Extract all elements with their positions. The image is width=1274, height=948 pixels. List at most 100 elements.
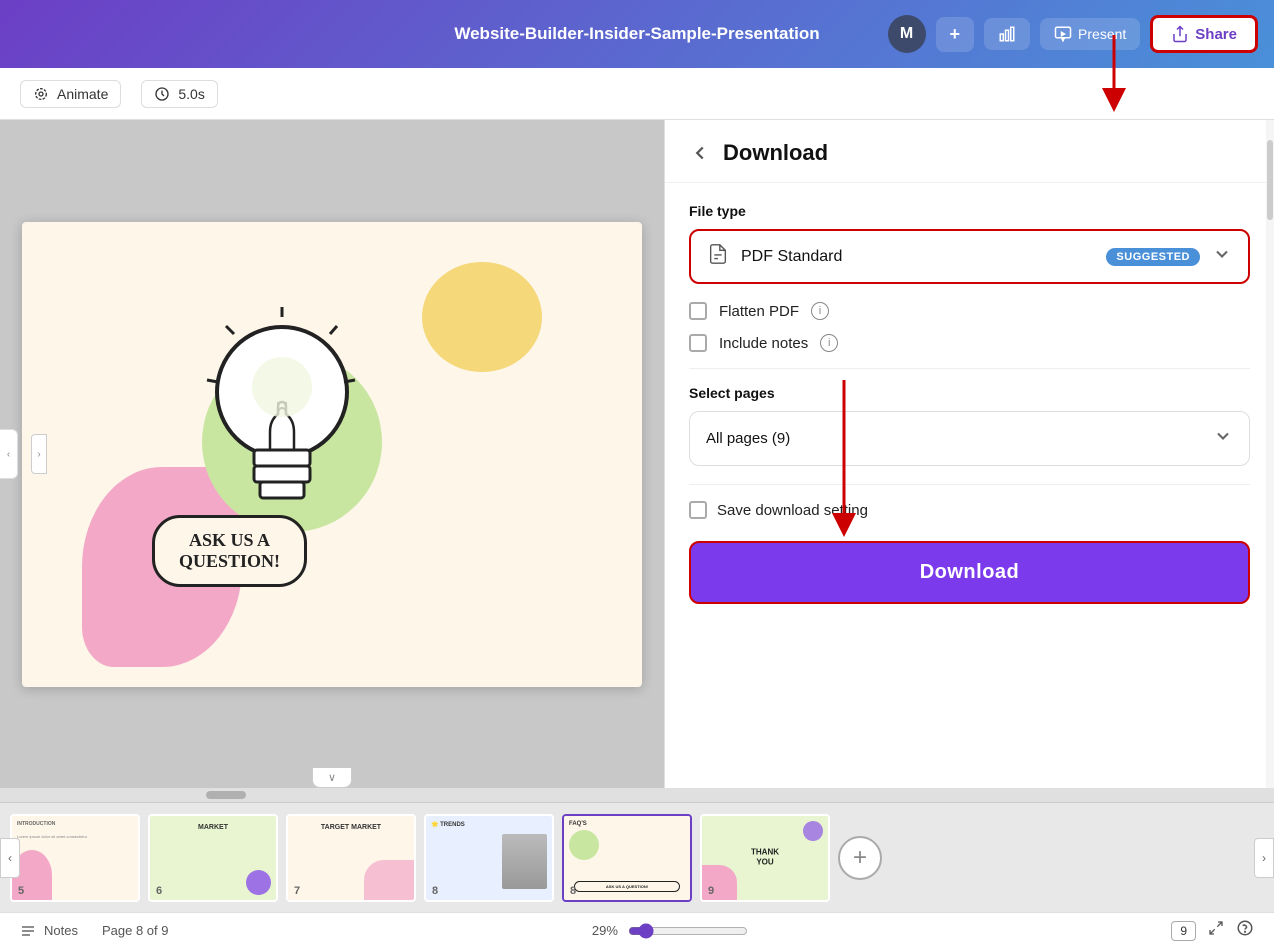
file-type-chevron-icon xyxy=(1212,244,1232,269)
analytics-button[interactable] xyxy=(984,18,1030,50)
flatten-pdf-row[interactable]: Flatten PDF i xyxy=(689,302,1250,320)
add-slide-button[interactable]: + xyxy=(838,836,882,880)
slide-9-preview: THANKYOU xyxy=(702,816,828,900)
plus-icon: + xyxy=(950,24,961,45)
share-label: Share xyxy=(1195,26,1237,43)
avatar-button[interactable]: M xyxy=(888,15,926,53)
present-icon xyxy=(1054,25,1072,43)
slide-7-number: 7 xyxy=(294,885,300,897)
present-button[interactable]: Present xyxy=(1040,18,1140,50)
back-arrow-icon xyxy=(689,142,711,164)
filmstrip-scroll-left[interactable]: ‹ xyxy=(0,838,20,878)
question-icon xyxy=(1236,919,1254,937)
yellow-shape xyxy=(422,262,542,372)
download-button[interactable]: Download xyxy=(689,541,1250,604)
slide-9-number: 9 xyxy=(708,885,714,897)
slide-7-preview: TARGET MARKET xyxy=(288,816,414,900)
include-notes-row[interactable]: Include notes i xyxy=(689,334,1250,352)
zoom-slider[interactable] xyxy=(628,923,748,939)
save-setting-label: Save download setting xyxy=(717,502,868,519)
canvas-scroll-right[interactable]: › xyxy=(31,434,47,474)
save-setting-checkbox[interactable] xyxy=(689,501,707,519)
toolbar: Animate 5.0s xyxy=(0,68,1274,120)
file-type-dropdown[interactable]: PDF Standard SUGGESTED xyxy=(689,229,1250,284)
presentation-title: Website-Builder-Insider-Sample-Presentat… xyxy=(454,24,819,44)
animate-button[interactable]: Animate xyxy=(20,80,121,108)
thumbnail-slide-8-faq[interactable]: FAQ'S ASK US A QUESTION! 8 xyxy=(562,814,692,902)
thumbnail-slide-8-trends[interactable]: 🌟 TRENDS 8 xyxy=(424,814,554,902)
add-button[interactable]: + xyxy=(936,17,975,52)
divider xyxy=(689,368,1250,369)
back-button[interactable] xyxy=(689,142,711,164)
flatten-pdf-checkbox[interactable] xyxy=(689,302,707,320)
help-button[interactable] xyxy=(1236,919,1254,942)
left-panel-toggle[interactable]: ‹ xyxy=(0,429,18,479)
zoom-controls: 29% xyxy=(592,923,748,939)
scroll-thumb xyxy=(206,791,246,799)
flatten-pdf-info-icon[interactable]: i xyxy=(811,302,829,320)
slide-8-trends-number: 8 xyxy=(432,885,438,897)
slide-5-preview: INTRODUCTION Lorem ipsum dolor sit amet … xyxy=(12,816,138,900)
topbar-right: M + Present Share xyxy=(888,15,1258,53)
include-notes-label: Include notes xyxy=(719,335,808,352)
slide6-title: MARKET xyxy=(198,824,228,831)
share-icon xyxy=(1171,25,1189,43)
panel-body: File type PDF Standard SUGGESTED Flatten… xyxy=(665,183,1274,624)
thumbnail-slide-6[interactable]: MARKET 6 xyxy=(148,814,278,902)
include-notes-info-icon[interactable]: i xyxy=(820,334,838,352)
animate-icon xyxy=(33,86,49,102)
divider2 xyxy=(689,484,1250,485)
main-area: ‹ xyxy=(0,120,1274,788)
filmstrip: ‹ INTRODUCTION Lorem ipsum dolor sit ame… xyxy=(0,802,1274,912)
slide7-title: TARGET MARKET xyxy=(321,824,381,831)
analytics-icon xyxy=(998,25,1016,43)
duration-label: 5.0s xyxy=(178,86,204,102)
slide-8-faq-preview: FAQ'S ASK US A QUESTION! xyxy=(564,816,690,900)
thumbnail-slide-5[interactable]: INTRODUCTION Lorem ipsum dolor sit amet … xyxy=(10,814,140,902)
horizontal-scrollbar[interactable] xyxy=(0,788,1274,802)
duration-button[interactable]: 5.0s xyxy=(141,80,217,108)
download-panel: Download File type PDF Standard SUGGESTE… xyxy=(664,120,1274,788)
slide-8-trends-preview: 🌟 TRENDS xyxy=(426,816,552,900)
file-type-label: File type xyxy=(689,203,1250,219)
animate-label: Animate xyxy=(57,86,108,102)
canvas-collapse-button[interactable]: ∨ xyxy=(312,768,352,788)
select-pages-label: Select pages xyxy=(689,385,1250,401)
notes-button[interactable]: Notes Page 8 of 9 xyxy=(20,923,168,939)
lightbulb xyxy=(182,302,382,537)
share-button[interactable]: Share xyxy=(1150,15,1258,53)
pages-chevron-icon xyxy=(1213,426,1233,451)
include-notes-checkbox[interactable] xyxy=(689,334,707,352)
expand-button[interactable] xyxy=(1208,920,1224,941)
panel-header: Download xyxy=(665,120,1274,183)
pdf-file-icon xyxy=(707,243,729,270)
panel-title: Download xyxy=(723,140,828,166)
present-label: Present xyxy=(1078,26,1126,42)
notes-label: Notes xyxy=(44,923,78,938)
slide-6-preview: MARKET xyxy=(150,816,276,900)
scrollbar-thumb xyxy=(1267,140,1273,220)
slide-5-number: 5 xyxy=(18,885,24,897)
page-info: Page 8 of 9 xyxy=(102,923,169,938)
canvas-area: ‹ xyxy=(0,120,664,788)
clock-icon xyxy=(154,86,170,102)
statusbar: Notes Page 8 of 9 29% 9 xyxy=(0,912,1274,948)
notes-icon xyxy=(20,923,36,939)
flatten-pdf-label: Flatten PDF xyxy=(719,303,799,320)
thumbnail-slide-7[interactable]: TARGET MARKET 7 xyxy=(286,814,416,902)
panel-scrollbar xyxy=(1266,120,1274,788)
filmstrip-scroll-right[interactable]: › xyxy=(1254,838,1274,878)
pages-value: All pages (9) xyxy=(706,430,1213,447)
pages-dropdown[interactable]: All pages (9) xyxy=(689,411,1250,466)
slide-8-faq-number: 8 xyxy=(570,885,576,897)
topbar: Website-Builder-Insider-Sample-Presentat… xyxy=(0,0,1274,68)
question-line2: QUESTION! xyxy=(179,551,280,572)
page-count-box: 9 xyxy=(1171,921,1196,941)
thumbnail-slide-9[interactable]: THANKYOU 9 xyxy=(700,814,830,902)
question-line1: ASK US A xyxy=(179,530,280,551)
slide-preview: ASK US A QUESTION! xyxy=(22,222,642,687)
file-type-value: PDF Standard xyxy=(741,248,1106,266)
save-setting-row: Save download setting xyxy=(689,501,1250,519)
question-box: ASK US A QUESTION! xyxy=(152,515,307,587)
zoom-percent: 29% xyxy=(592,923,618,938)
